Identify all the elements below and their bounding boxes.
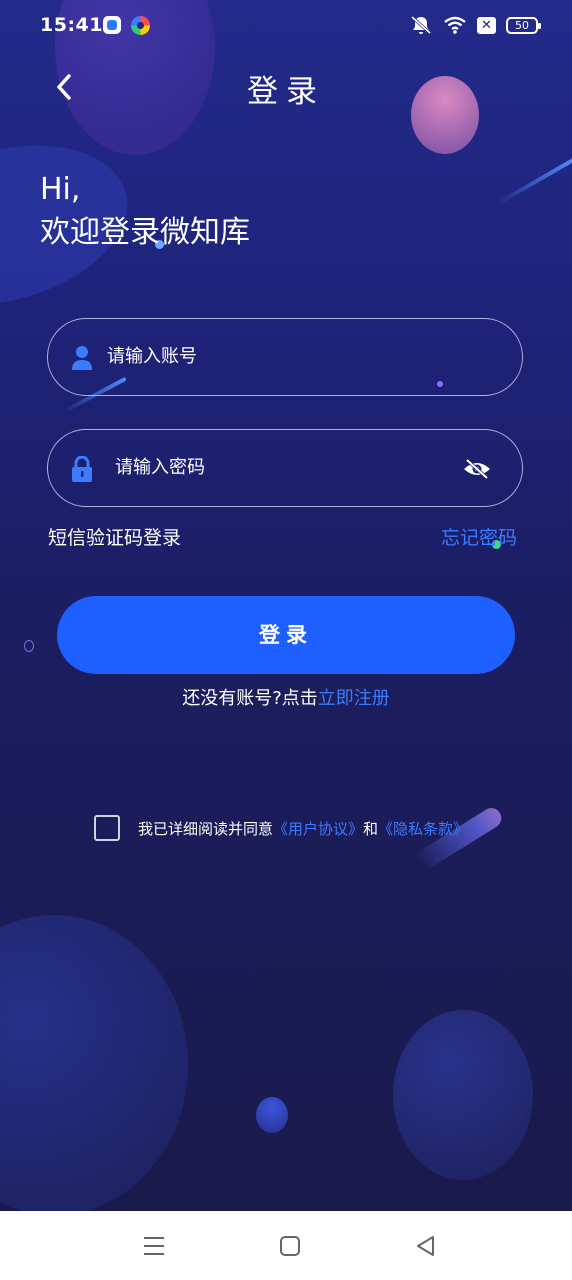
back-triangle-icon[interactable] <box>411 1231 441 1261</box>
sms-login-link[interactable]: 短信验证码登录 <box>48 523 181 550</box>
decor-blob-bottom-right <box>393 1010 533 1180</box>
app-notification-icon <box>103 16 121 34</box>
agreement-checkbox[interactable] <box>94 815 120 841</box>
forgot-password-link[interactable]: 忘记密码 <box>441 523 517 550</box>
password-input[interactable]: 请输入密码 <box>115 430 205 505</box>
login-button[interactable]: 登录 <box>57 596 515 674</box>
user-icon <box>72 346 92 370</box>
greeting-line-1: Hi, <box>40 172 81 207</box>
wifi-icon <box>444 16 466 34</box>
register-prompt: 还没有账号?点击立即注册 <box>0 684 572 710</box>
register-link[interactable]: 立即注册 <box>318 688 390 709</box>
decor-ring <box>24 640 34 652</box>
status-time: 15:41 <box>40 14 103 36</box>
status-icons: ✕ 50 <box>409 14 541 36</box>
system-nav-bar <box>0 1211 572 1280</box>
password-field[interactable]: 请输入密码 <box>47 429 523 507</box>
agreement-row: 我已详细阅读并同意《用户协议》和《隐私条款》 <box>94 812 468 844</box>
login-screen: 15:41 ✕ 50 登录 Hi, 欢迎登录微知库 请输入账号 请输入密码 短信… <box>0 0 572 1211</box>
status-bar: 15:41 ✕ 50 <box>0 0 572 52</box>
lock-icon <box>72 456 92 482</box>
menu-icon[interactable] <box>139 1231 169 1261</box>
agreement-text: 我已详细阅读并同意《用户协议》和《隐私条款》 <box>138 818 468 839</box>
mute-icon <box>411 15 431 35</box>
account-field[interactable]: 请输入账号 <box>47 318 523 396</box>
agreement-prefix: 我已详细阅读并同意 <box>138 819 274 838</box>
no-sim-icon: ✕ <box>477 16 496 34</box>
page-title: 登录 <box>247 74 325 110</box>
account-input[interactable]: 请输入账号 <box>107 319 197 394</box>
privacy-policy-link[interactable]: 《隐私条款》 <box>378 820 468 838</box>
user-agreement-link[interactable]: 《用户协议》 <box>273 820 363 838</box>
battery-icon: 50 <box>506 16 541 34</box>
greeting-line-2: 欢迎登录微知库 <box>40 215 250 250</box>
agreement-conjunction: 和 <box>363 819 379 838</box>
decor-small-planet <box>256 1097 288 1133</box>
greeting: Hi, 欢迎登录微知库 <box>40 168 250 254</box>
decor-streak <box>495 157 572 207</box>
colorful-app-icon <box>131 16 150 35</box>
eye-hidden-icon[interactable] <box>462 458 492 480</box>
decor-blob-bottom-left <box>0 915 188 1211</box>
register-prompt-text: 还没有账号?点击 <box>182 688 318 709</box>
home-icon[interactable] <box>275 1231 305 1261</box>
